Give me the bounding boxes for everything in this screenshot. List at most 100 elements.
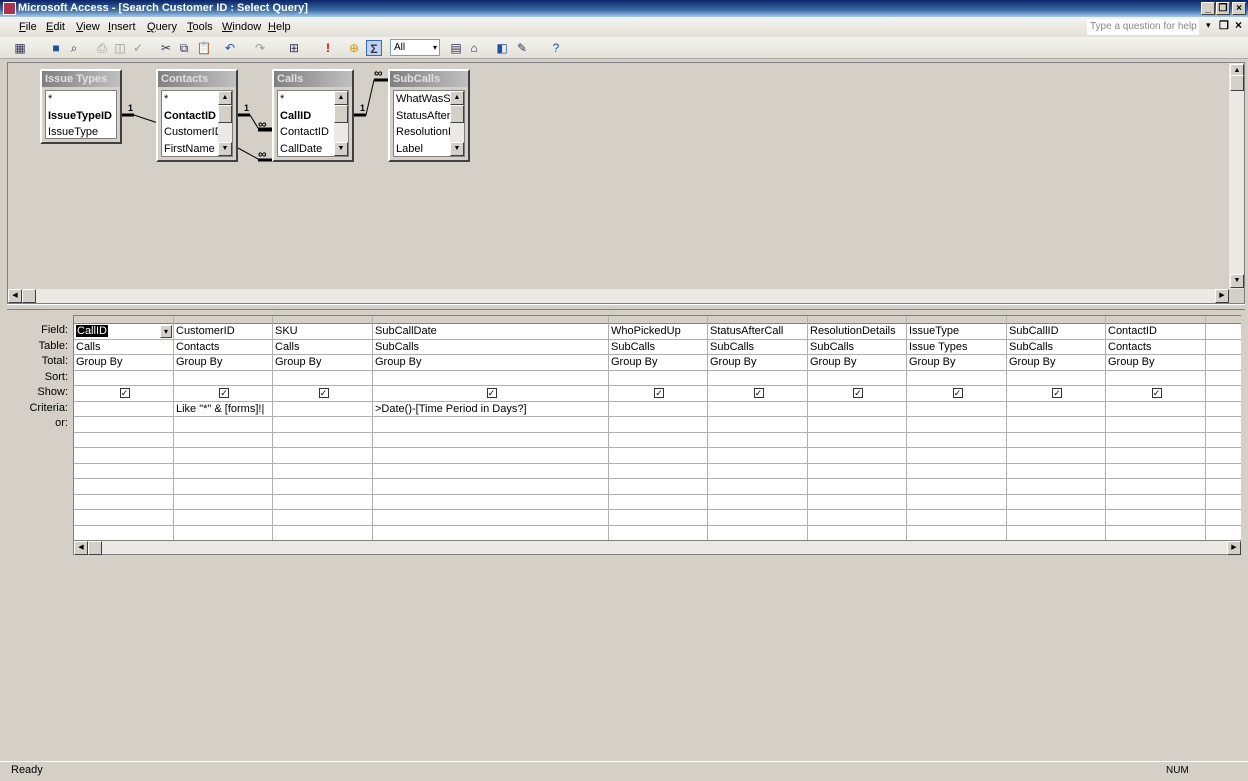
grid-cell-or[interactable] (1206, 464, 1241, 479)
grid-cell-field[interactable]: CallID ▾ (74, 324, 173, 340)
field-list-title[interactable]: Calls (274, 71, 352, 87)
grid-cell-show[interactable] (1206, 386, 1241, 402)
help-dropdown-icon[interactable]: ▾ (1206, 20, 1211, 31)
grid-cell-show[interactable]: ✓ (174, 386, 272, 402)
grid-cell-criteria[interactable] (1206, 402, 1241, 417)
grid-cell-or[interactable] (74, 417, 173, 433)
new-object-icon[interactable]: ✎ (514, 40, 530, 56)
grid-cell-criteria[interactable] (1007, 402, 1105, 417)
field-item[interactable]: IssueTypeID (46, 108, 116, 125)
grid-cell-or[interactable] (1106, 526, 1205, 541)
grid-cell-or[interactable] (1007, 448, 1105, 464)
show-checkbox[interactable]: ✓ (318, 388, 329, 399)
column-selector[interactable] (373, 316, 608, 324)
grid-cell-or[interactable] (609, 464, 707, 479)
field-list-scrollbar[interactable]: ▲ ▼ (450, 91, 464, 156)
grid-cell-total[interactable]: Group By (1106, 355, 1205, 371)
grid-cell-table[interactable]: Contacts (174, 340, 272, 355)
grid-cell-or[interactable] (1106, 495, 1205, 510)
grid-cell-or[interactable] (907, 464, 1006, 479)
grid-cell-or[interactable] (1206, 433, 1241, 448)
grid-cell-or[interactable] (373, 510, 608, 526)
grid-cell-or[interactable] (373, 433, 608, 448)
grid-cell-total[interactable]: Group By (609, 355, 707, 371)
grid-cell-sort[interactable] (907, 371, 1006, 386)
grid-cell-show[interactable]: ✓ (1106, 386, 1205, 402)
grid-scroll-left-button[interactable]: ◀ (74, 541, 88, 555)
grid-cell-or[interactable] (708, 448, 807, 464)
grid-cell-or[interactable] (1106, 417, 1205, 433)
grid-cell-or[interactable] (74, 433, 173, 448)
grid-cell-or[interactable] (1007, 464, 1105, 479)
grid-cell-or[interactable] (1007, 479, 1105, 495)
grid-cell-or[interactable] (74, 526, 173, 541)
grid-cell-criteria[interactable] (1106, 402, 1205, 417)
grid-cell-or[interactable] (808, 448, 906, 464)
grid-cell-or[interactable] (1206, 479, 1241, 495)
grid-cell-or[interactable] (373, 495, 608, 510)
menu-help[interactable]: Help (268, 20, 291, 34)
grid-cell-or[interactable] (373, 526, 608, 541)
grid-cell-total[interactable]: Group By (174, 355, 272, 371)
grid-cell-or[interactable] (708, 526, 807, 541)
grid-cell-criteria[interactable]: >Date()-[Time Period in Days?] (373, 402, 608, 417)
grid-cell-or[interactable] (1007, 510, 1105, 526)
column-selector[interactable] (1106, 316, 1205, 324)
help-icon[interactable]: ? (548, 40, 564, 56)
grid-cell-field[interactable]: ContactID (1106, 324, 1205, 340)
grid-cell-sort[interactable] (373, 371, 608, 386)
grid-cell-table[interactable]: Calls (74, 340, 173, 355)
grid-cell-or[interactable] (808, 464, 906, 479)
grid-cell-or[interactable] (174, 464, 272, 479)
scroll-right-button[interactable]: ▶ (1215, 289, 1229, 303)
diagram-vertical-scrollbar[interactable] (1229, 63, 1244, 289)
grid-cell-field[interactable]: SubCallDate (373, 324, 608, 340)
field-list-title[interactable]: Contacts (158, 71, 236, 87)
diagram-horizontal-scrollbar[interactable] (8, 289, 1229, 303)
grid-cell-or[interactable] (174, 510, 272, 526)
pane-splitter[interactable] (7, 304, 1245, 310)
grid-cell-or[interactable] (1206, 448, 1241, 464)
scroll-down-button[interactable]: ▼ (450, 142, 464, 156)
column-selector[interactable] (808, 316, 906, 324)
show-checkbox[interactable]: ✓ (486, 388, 497, 399)
grid-cell-or[interactable] (609, 479, 707, 495)
field-list-contacts[interactable]: Contacts * ContactID CustomerID FirstName ▲ ▼ (156, 69, 238, 162)
grid-cell-or[interactable] (1106, 464, 1205, 479)
grid-cell-criteria[interactable] (708, 402, 807, 417)
grid-cell-or[interactable] (174, 479, 272, 495)
field-item[interactable]: IssueType (46, 124, 116, 138)
show-checkbox[interactable]: ✓ (219, 388, 229, 399)
grid-cell-field[interactable]: SKU (273, 324, 372, 340)
grid-cell-total[interactable]: Group By (273, 355, 372, 371)
grid-cell-or[interactable] (273, 510, 372, 526)
grid-cell-or[interactable] (708, 417, 807, 433)
grid-cell-sort[interactable] (609, 371, 707, 386)
menu-query[interactable]: Query (147, 20, 177, 34)
grid-cell-sort[interactable] (273, 371, 372, 386)
field-item[interactable]: * (46, 91, 116, 108)
grid-cell-or[interactable] (273, 464, 372, 479)
grid-cell-or[interactable] (1106, 448, 1205, 464)
scroll-down-button[interactable]: ▼ (218, 142, 232, 156)
grid-cell-or[interactable] (1206, 495, 1241, 510)
scroll-left-button[interactable]: ◀ (8, 289, 22, 303)
grid-cell-table[interactable]: SubCalls (1007, 340, 1105, 355)
scroll-thumb[interactable] (334, 105, 348, 123)
column-selector[interactable] (708, 316, 807, 324)
field-list-subcalls[interactable]: SubCalls WhatWasSa StatusAfterC ResolutionD… (388, 69, 470, 162)
column-selector[interactable] (174, 316, 272, 324)
show-checkbox[interactable]: ✓ (654, 388, 664, 399)
grid-cell-or[interactable] (808, 433, 906, 448)
grid-cell-show[interactable]: ✓ (273, 386, 372, 402)
menu-insert[interactable]: Insert (108, 20, 136, 34)
grid-cell-or[interactable] (273, 433, 372, 448)
close-button[interactable]: × (1232, 2, 1246, 15)
grid-cell-field[interactable]: StatusAfterCall (708, 324, 807, 340)
grid-cell-or[interactable] (373, 417, 608, 433)
grid-cell-sort[interactable] (708, 371, 807, 386)
grid-cell-show[interactable]: ✓ (373, 386, 608, 402)
show-checkbox[interactable]: ✓ (119, 388, 130, 399)
grid-cell-or[interactable] (174, 433, 272, 448)
grid-cell-or[interactable] (1106, 510, 1205, 526)
